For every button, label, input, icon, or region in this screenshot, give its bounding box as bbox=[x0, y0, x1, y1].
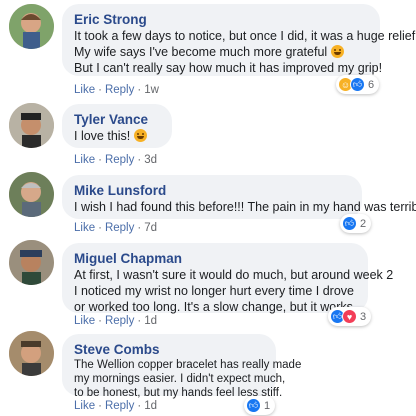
reaction-count: 1 bbox=[264, 399, 271, 412]
like-button[interactable]: Like bbox=[74, 222, 95, 234]
comment-text: At first, I wasn't sure it would do much… bbox=[74, 267, 394, 315]
comment-line: I wish I had found this before!!! The pa… bbox=[74, 200, 416, 214]
author-name[interactable]: Mike Lunsford bbox=[74, 182, 350, 199]
timestamp[interactable]: 7d bbox=[144, 222, 157, 234]
reaction-summary[interactable]: 👍︎ 1 bbox=[244, 396, 276, 415]
comment-bubble: Miguel Chapman At first, I wasn't sure i… bbox=[62, 243, 394, 315]
like-button[interactable]: Like bbox=[74, 400, 95, 412]
avatar[interactable] bbox=[9, 172, 54, 217]
reaction-count: 3 bbox=[360, 310, 367, 323]
comment-actions: Like · Reply · 1d bbox=[74, 399, 157, 413]
comment-line: I noticed my wrist no longer hurt every … bbox=[74, 284, 354, 298]
comment-actions: Like · Reply · 1w bbox=[74, 83, 159, 97]
timestamp[interactable]: 1w bbox=[144, 84, 159, 96]
separator: · bbox=[98, 222, 102, 234]
reply-button[interactable]: Reply bbox=[105, 84, 134, 96]
comment-line: I love this! bbox=[74, 128, 160, 144]
comment-bubble: Mike Lunsford I wish I had found this be… bbox=[62, 175, 416, 219]
comment-text: It took a few days to notice, but once I… bbox=[74, 28, 416, 76]
comment-bubble: Tyler Vance I love this! bbox=[62, 104, 172, 148]
comment-text: The Wellion copper bracelet has really m… bbox=[74, 358, 302, 400]
like-icon: 👍︎ bbox=[342, 216, 357, 231]
like-button[interactable]: Like bbox=[74, 84, 95, 96]
comment-actions: Like · Reply · 3d bbox=[74, 153, 157, 167]
comment-line: The Wellion copper bracelet has really m… bbox=[74, 359, 302, 371]
love-icon: ♥ bbox=[342, 309, 357, 324]
comment-line: my mornings easier. I didn't expect much… bbox=[74, 373, 286, 385]
author-name[interactable]: Steve Combs bbox=[74, 341, 264, 358]
reaction-count: 2 bbox=[360, 217, 367, 230]
separator: · bbox=[98, 315, 102, 327]
comment-line: At first, I wasn't sure it would do much… bbox=[74, 268, 394, 282]
reaction-summary[interactable]: 👍︎ ♥ 3 bbox=[328, 307, 372, 326]
avatar[interactable] bbox=[9, 103, 54, 148]
reply-button[interactable]: Reply bbox=[105, 154, 134, 166]
comment-line: But I can't really say how much it has i… bbox=[74, 61, 383, 75]
comment-line-text: My wife says I've become much more grate… bbox=[74, 45, 328, 59]
laughing-emoji-icon bbox=[330, 45, 344, 58]
comment-line: to be honest, but my hands feel less sti… bbox=[74, 387, 283, 399]
comment-text: I love this! bbox=[74, 128, 160, 144]
author-name[interactable]: Eric Strong bbox=[74, 11, 368, 28]
reply-button[interactable]: Reply bbox=[105, 400, 134, 412]
comment-bubble: Steve Combs The Wellion copper bracelet … bbox=[62, 334, 301, 399]
like-button[interactable]: Like bbox=[74, 315, 95, 327]
author-name[interactable]: Miguel Chapman bbox=[74, 250, 356, 267]
like-button[interactable]: Like bbox=[74, 154, 95, 166]
separator: · bbox=[137, 315, 142, 327]
avatar[interactable] bbox=[9, 240, 54, 285]
comment-line-text: I love this! bbox=[74, 129, 131, 143]
comment-actions: Like · Reply · 1d bbox=[74, 314, 157, 328]
reaction-summary[interactable]: ☺ 👍︎ 6 bbox=[336, 75, 380, 94]
separator: · bbox=[137, 400, 142, 412]
comment-actions: Like · Reply · 7d bbox=[74, 221, 157, 235]
separator: · bbox=[98, 154, 102, 166]
like-icon: 👍︎ bbox=[350, 77, 365, 92]
laughing-emoji-icon bbox=[133, 129, 147, 142]
reply-button[interactable]: Reply bbox=[105, 222, 134, 234]
timestamp[interactable]: 1d bbox=[144, 400, 157, 412]
reaction-count: 6 bbox=[368, 78, 375, 91]
reaction-summary[interactable]: 👍︎ 2 bbox=[340, 214, 372, 233]
comment-line: It took a few days to notice, but once I… bbox=[74, 29, 416, 43]
comment-text: I wish I had found this before!!! The pa… bbox=[74, 199, 416, 215]
author-name[interactable]: Tyler Vance bbox=[74, 111, 160, 128]
separator: · bbox=[137, 84, 142, 96]
avatar[interactable] bbox=[9, 331, 54, 376]
separator: · bbox=[137, 222, 142, 234]
timestamp[interactable]: 1d bbox=[144, 315, 157, 327]
reply-button[interactable]: Reply bbox=[105, 315, 134, 327]
separator: · bbox=[98, 84, 102, 96]
avatar[interactable] bbox=[9, 4, 54, 49]
comment-bubble: Eric Strong It took a few days to notice… bbox=[62, 4, 416, 76]
comment-line: or worked too long. It's a slow change, … bbox=[74, 300, 357, 314]
timestamp[interactable]: 3d bbox=[144, 154, 157, 166]
comment-line: My wife says I've become much more grate… bbox=[74, 44, 368, 60]
like-icon: 👍︎ bbox=[246, 398, 261, 413]
separator: · bbox=[137, 154, 142, 166]
separator: · bbox=[98, 400, 102, 412]
